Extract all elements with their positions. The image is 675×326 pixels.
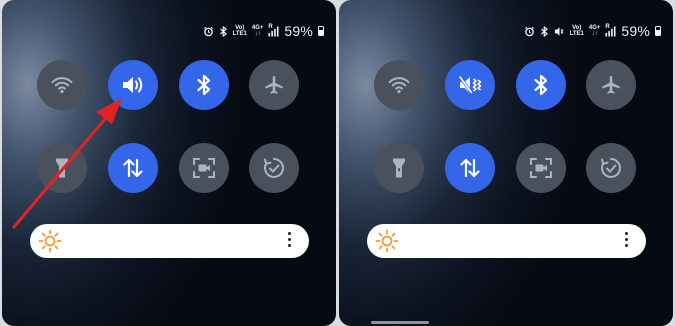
airplane-toggle[interactable]	[249, 60, 299, 110]
bluetooth-status-icon	[540, 25, 548, 37]
bluetooth-icon	[197, 74, 211, 96]
sync-toggle[interactable]	[586, 143, 636, 193]
brightness-more-options-icon[interactable]	[625, 232, 628, 247]
bluetooth-status-icon	[219, 25, 227, 37]
flashlight-toggle[interactable]	[374, 143, 424, 193]
battery-icon	[318, 26, 324, 36]
vibrate-status-icon	[554, 26, 564, 36]
status-bar: Vo) LTE1 4G+ ↓↑ R 59%	[524, 23, 661, 39]
airplane-icon	[265, 75, 283, 94]
vibrate-toggle[interactable]	[445, 60, 495, 110]
flashlight-icon	[56, 158, 68, 178]
lte-label: LTE1	[569, 31, 584, 37]
status-bar: Vo) LTE1 4G+ ↓↑ R 59%	[203, 23, 324, 39]
wifi-toggle[interactable]	[37, 60, 87, 110]
data-activity-icon: ↓↑	[254, 31, 261, 37]
roaming-label: R	[268, 23, 273, 30]
brightness-more-options-icon[interactable]	[288, 232, 291, 247]
screen-recorder-icon	[530, 158, 552, 178]
speaker-icon	[123, 77, 143, 93]
lte-label: LTE1	[232, 31, 247, 37]
panel-drag-handle[interactable]	[371, 321, 429, 324]
sound-toggle[interactable]	[108, 60, 158, 110]
battery-percentage: 59%	[284, 23, 313, 39]
sync-check-icon	[601, 158, 621, 178]
volte-indicator: Vo) LTE1	[570, 25, 584, 37]
mobile-data-toggle[interactable]	[108, 143, 158, 193]
data-arrows-icon	[123, 158, 143, 178]
airplane-icon	[602, 75, 620, 94]
wifi-toggle[interactable]	[374, 60, 424, 110]
alarm-icon	[524, 26, 534, 36]
sync-toggle[interactable]	[249, 143, 299, 193]
signal-strength: R	[605, 23, 616, 37]
sun-icon	[38, 229, 62, 253]
brightness-slider[interactable]	[367, 224, 646, 258]
screen-recorder-toggle[interactable]	[516, 143, 566, 193]
quick-settings-panel-left: Vo) LTE1 4G+ ↓↑ R 59%	[2, 0, 336, 326]
volte-indicator: Vo) LTE1	[233, 25, 247, 37]
bluetooth-toggle[interactable]	[516, 60, 566, 110]
network-indicator: 4G+ ↓↑	[252, 25, 264, 37]
brightness-slider[interactable]	[30, 224, 309, 258]
airplane-toggle[interactable]	[586, 60, 636, 110]
bluetooth-icon	[534, 74, 548, 96]
sync-check-icon	[264, 158, 284, 178]
wifi-icon	[51, 77, 73, 94]
mobile-data-toggle[interactable]	[445, 143, 495, 193]
signal-strength: R	[268, 23, 279, 37]
data-arrows-icon	[460, 158, 480, 178]
data-activity-icon: ↓↑	[591, 31, 598, 37]
wifi-icon	[388, 77, 410, 94]
flashlight-toggle[interactable]	[37, 143, 87, 193]
battery-icon	[655, 26, 661, 36]
sun-icon	[375, 229, 399, 253]
network-indicator: 4G+ ↓↑	[589, 25, 601, 37]
battery-percentage: 59%	[621, 23, 650, 39]
roaming-label: R	[605, 23, 610, 30]
bluetooth-toggle[interactable]	[179, 60, 229, 110]
screen-recorder-icon	[193, 158, 215, 178]
quick-settings-panel-right: Vo) LTE1 4G+ ↓↑ R 59%	[339, 0, 673, 326]
alarm-icon	[203, 26, 213, 36]
screenshot-comparison: Vo) LTE1 4G+ ↓↑ R 59% Vo) LTE1 4G+ ↓↑ R …	[0, 0, 675, 326]
screen-recorder-toggle[interactable]	[179, 143, 229, 193]
vibrate-icon	[458, 76, 482, 94]
flashlight-icon	[393, 158, 405, 178]
